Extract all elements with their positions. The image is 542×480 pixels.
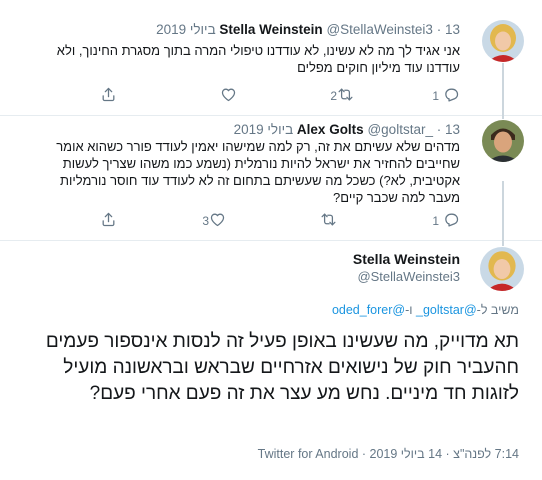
share-icon xyxy=(100,211,117,231)
avatar[interactable] xyxy=(482,120,524,162)
retweet-count: 2 xyxy=(330,89,337,103)
thread-line-top xyxy=(502,116,504,119)
tweet-timestamp[interactable]: 7:14 לפנה"צ · 14 ביולי 2019 · Twitter fo… xyxy=(258,447,519,461)
tweet-text: תא מדוייק, מה שעשינו באופן פעיל זה לנסות… xyxy=(45,331,519,404)
reply-tweet-2[interactable]: Alex Golts @goltstar_ · 13 ביולי 2019 מד… xyxy=(0,116,542,241)
avatar[interactable] xyxy=(482,20,524,62)
reply-handle-link[interactable]: @goltstar_ xyxy=(416,303,477,317)
reply-icon xyxy=(443,211,460,231)
reply-count: 1 xyxy=(432,89,439,103)
replying-to: משיב ל-@goltstar_ ו-@oded_forer xyxy=(332,303,519,317)
share-button[interactable] xyxy=(100,211,117,231)
retweet-button[interactable] xyxy=(320,211,337,231)
reply-joiner: ו- xyxy=(405,303,417,317)
tweet-text: אני אגיד לך מה לא עשינו, לא עודדנו טיפול… xyxy=(56,43,460,75)
reply-button[interactable]: 1 xyxy=(432,211,460,231)
author-handle[interactable]: @StellaWeinstei3 xyxy=(326,22,433,37)
like-icon xyxy=(220,86,237,106)
tweet-header: Alex Golts @goltstar_ · 13 ביולי 2019 xyxy=(233,122,460,137)
like-button[interactable]: 3 xyxy=(198,211,226,231)
reply-tweet-1[interactable]: Stella Weinstein @StellaWeinstei3 · 13 ב… xyxy=(0,0,542,116)
like-icon xyxy=(209,211,226,231)
author-name[interactable]: Stella Weinstein xyxy=(219,22,322,37)
reply-icon xyxy=(443,86,460,106)
share-icon xyxy=(100,86,117,106)
retweet-icon xyxy=(337,86,354,106)
tweet-actions: 1 3 xyxy=(0,211,542,231)
author-name[interactable]: Alex Golts xyxy=(297,122,364,137)
author-name[interactable]: Stella Weinstein xyxy=(353,251,460,267)
share-button[interactable] xyxy=(100,86,117,106)
retweet-button[interactable]: 2 xyxy=(326,86,354,106)
avatar[interactable] xyxy=(480,247,524,291)
tweet-header: Stella Weinstein @StellaWeinstei3 · 13 ב… xyxy=(156,22,460,37)
like-button[interactable] xyxy=(220,86,237,106)
like-count: 3 xyxy=(202,214,209,228)
thread-line-top xyxy=(502,241,504,246)
reply-prefix: משיב ל- xyxy=(476,303,519,317)
retweet-icon xyxy=(320,211,337,231)
reply-button[interactable]: 1 xyxy=(432,86,460,106)
tweet-actions: 1 2 xyxy=(0,86,542,106)
author-handle[interactable]: @StellaWeinstei3 xyxy=(357,269,460,284)
main-tweet: Stella Weinstein @StellaWeinstei3 משיב ל… xyxy=(0,241,542,480)
tweet-text: מדהים שלא עשיתם את זה, רק למה שמישהו יאמ… xyxy=(56,139,460,205)
reply-handle-link[interactable]: @oded_forer xyxy=(332,303,405,317)
author-handle[interactable]: @goltstar_ xyxy=(367,122,432,137)
reply-count: 1 xyxy=(432,214,439,228)
